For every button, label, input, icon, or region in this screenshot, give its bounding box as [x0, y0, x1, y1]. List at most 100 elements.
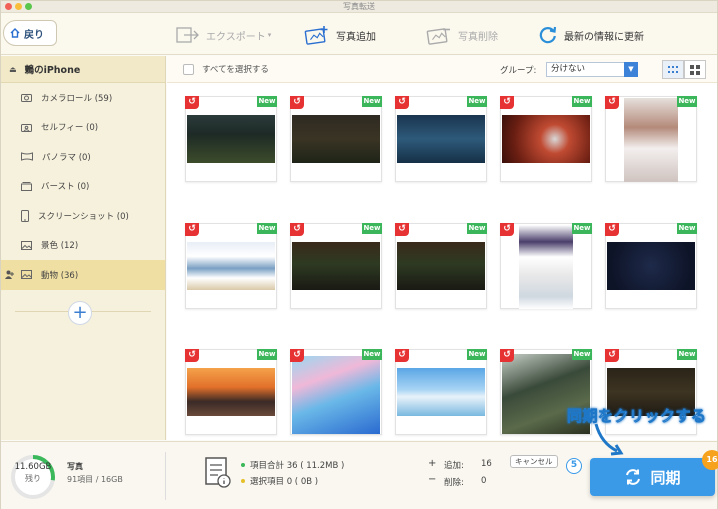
- plus-sign: +: [428, 458, 437, 469]
- view-toggle: [662, 60, 706, 79]
- photo-image: [187, 115, 275, 163]
- photo-image: [397, 368, 485, 416]
- undo-icon[interactable]: ↺: [605, 349, 619, 362]
- photo-image: [187, 242, 275, 290]
- add-album-button[interactable]: +: [68, 301, 92, 325]
- device-name: 鶫のiPhone: [24, 65, 81, 76]
- app-window: 写真転送 戻り エクスポート ▾ 写真追加 写真削除 最新の情報に更新 ⏏ 鶫の…: [0, 0, 718, 509]
- photo-image: [397, 242, 485, 290]
- new-badge: New: [677, 349, 697, 360]
- undo-icon[interactable]: ↺: [500, 223, 514, 236]
- sidebar-item-burst[interactable]: バースト (0): [1, 172, 165, 202]
- refresh-button[interactable]: 最新の情報に更新: [538, 23, 644, 47]
- photo-thumbnail[interactable]: ↺ New: [395, 223, 487, 309]
- photo-thumbnail[interactable]: ↺ New: [500, 96, 592, 182]
- photo-image: [292, 242, 380, 290]
- sidebar-item-label: バースト (0): [41, 182, 90, 193]
- small-grid-icon: [668, 65, 678, 73]
- panorama-icon: [21, 152, 33, 161]
- sidebar-item-label: パノラマ (0): [42, 152, 91, 163]
- sidebar-item-animals[interactable]: 動物 (36): [1, 260, 165, 290]
- refresh-icon: [539, 26, 557, 44]
- sync-label: 同期: [650, 468, 681, 487]
- undo-icon[interactable]: ↺: [500, 96, 514, 109]
- cancel-button[interactable]: キャンセル: [510, 455, 558, 468]
- photo-thumbnail[interactable]: ↺ New: [290, 223, 382, 309]
- sidebar: ⏏ 鶫のiPhone カメラロール (59) セルフィー (0) パノラマ (0…: [1, 56, 166, 440]
- sidebar-item-screenshot[interactable]: スクリーンショット (0): [1, 201, 165, 231]
- sidebar-item-label: 動物 (36): [41, 270, 79, 281]
- undo-icon[interactable]: ↺: [395, 349, 409, 362]
- step-number: 5: [566, 458, 582, 474]
- new-badge: New: [467, 96, 487, 107]
- undo-icon[interactable]: ↺: [290, 223, 304, 236]
- photo-thumbnail[interactable]: ↺ New: [500, 223, 592, 309]
- undo-icon[interactable]: ↺: [605, 223, 619, 236]
- undo-icon[interactable]: ↺: [290, 96, 304, 109]
- add-photo-button[interactable]: 写真追加: [304, 23, 376, 47]
- photo-thumbnail[interactable]: ↺ New: [395, 349, 487, 435]
- sidebar-item-panorama[interactable]: パノラマ (0): [1, 142, 165, 172]
- photo-image: [292, 115, 380, 163]
- photo-image: [519, 225, 573, 309]
- sidebar-item-label: セルフィー (0): [41, 123, 99, 134]
- new-badge: New: [467, 349, 487, 360]
- new-badge: New: [467, 223, 487, 234]
- photo-thumbnail[interactable]: ↺ New: [290, 96, 382, 182]
- undo-icon[interactable]: ↺: [605, 96, 619, 109]
- undo-icon[interactable]: ↺: [500, 349, 514, 362]
- storage-type: 写真: [67, 462, 83, 471]
- grid-header: すべてを選択する グループ: 分けない ▼: [167, 56, 717, 83]
- group-select[interactable]: 分けない ▼: [546, 62, 638, 77]
- undo-icon[interactable]: ↺: [185, 96, 199, 109]
- user-icon: [5, 270, 14, 279]
- selfie-icon: [21, 123, 32, 132]
- toolbar: 戻り エクスポート ▾ 写真追加 写真削除 最新の情報に更新: [1, 13, 717, 55]
- back-button[interactable]: 戻り: [3, 20, 57, 46]
- photo-thumbnail[interactable]: ↺ New: [185, 96, 277, 182]
- sidebar-item-selfie[interactable]: セルフィー (0): [1, 113, 165, 143]
- yellow-dot: [241, 479, 245, 483]
- export-icon: [176, 27, 199, 43]
- camera-icon: [21, 94, 32, 103]
- photo-thumbnail[interactable]: ↺ New: [605, 223, 697, 309]
- storage-remaining-label: 残り: [25, 474, 41, 483]
- sync-button[interactable]: 同期: [590, 458, 715, 496]
- eject-icon[interactable]: ⏏: [9, 65, 17, 74]
- photo-thumbnail[interactable]: ↺ New: [395, 96, 487, 182]
- refresh-label: 最新の情報に更新: [564, 31, 644, 43]
- large-grid-button[interactable]: [684, 60, 706, 79]
- undo-icon[interactable]: ↺: [395, 223, 409, 236]
- delete-photo-icon: [426, 28, 450, 45]
- photo-thumbnail[interactable]: ↺ New: [605, 96, 697, 182]
- photo-thumbnail[interactable]: ↺ New: [185, 349, 277, 435]
- document-info-icon: [205, 457, 231, 488]
- undo-icon[interactable]: ↺: [185, 223, 199, 236]
- sidebar-item-camera-roll[interactable]: カメラロール (59): [1, 83, 165, 113]
- undo-icon[interactable]: ↺: [395, 96, 409, 109]
- select-all-checkbox[interactable]: [183, 63, 194, 75]
- photo-image: [397, 115, 485, 163]
- undo-icon[interactable]: ↺: [185, 349, 199, 362]
- new-badge: New: [362, 349, 382, 360]
- device-header[interactable]: ⏏ 鶫のiPhone: [1, 56, 165, 83]
- sidebar-item-scenery[interactable]: 景色 (12): [1, 231, 165, 261]
- delete-count: 0: [481, 476, 487, 486]
- selected-items-text: 選択項目 0 ( 0B ): [250, 477, 319, 487]
- storage-capacity: 11.60GB: [14, 462, 52, 472]
- new-badge: New: [572, 223, 592, 234]
- sidebar-item-label: 景色 (12): [41, 241, 79, 252]
- total-items: 項目合計 36 ( 11.2MB ): [241, 459, 344, 471]
- delete-photo-button[interactable]: 写真削除: [426, 23, 498, 47]
- small-grid-button[interactable]: [662, 60, 684, 79]
- photo-thumbnail[interactable]: ↺ New: [290, 349, 382, 435]
- select-all[interactable]: すべてを選択する: [183, 63, 269, 75]
- image-icon: [21, 240, 32, 250]
- burst-icon: [21, 182, 32, 192]
- phone-icon: [21, 209, 29, 222]
- sync-count-badge: 16: [702, 450, 718, 470]
- undo-icon[interactable]: ↺: [290, 349, 304, 362]
- sidebar-item-label: カメラロール (59): [41, 93, 113, 104]
- photo-thumbnail[interactable]: ↺ New: [185, 223, 277, 309]
- export-button[interactable]: エクスポート ▾: [176, 23, 271, 47]
